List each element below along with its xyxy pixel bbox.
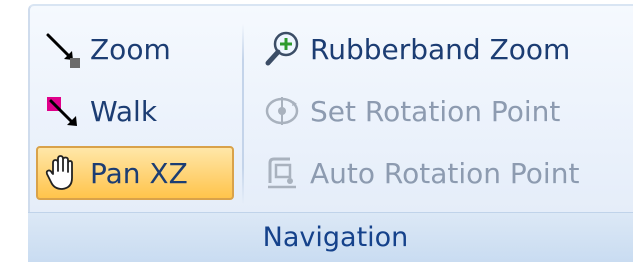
set-rotation-point-button-label: Set Rotation Point	[310, 94, 561, 128]
zoom-arrow-icon	[42, 29, 82, 69]
auto-rotation-point-button-label: Auto Rotation Point	[310, 156, 580, 190]
auto-rotation-icon	[262, 153, 302, 193]
zoom-button-label: Zoom	[90, 32, 171, 66]
auto-rotation-point-button[interactable]: Auto Rotation Point	[262, 146, 633, 200]
hand-icon	[42, 153, 82, 193]
rubberband-zoom-button[interactable]: Rubberband Zoom	[262, 22, 633, 76]
ribbon-separator	[242, 24, 244, 204]
group-label: Navigation	[262, 221, 409, 253]
zoom-button[interactable]: Zoom	[42, 22, 232, 76]
pan-xz-button-label: Pan XZ	[90, 156, 188, 190]
navigation-ribbon-screenshot: Navigation Zoom Walk Pan XZ Rubberband Z…	[0, 0, 633, 262]
walk-arrow-icon	[42, 91, 82, 131]
magnifier-plus-icon	[262, 29, 302, 69]
rotation-point-icon	[262, 91, 302, 131]
walk-button[interactable]: Walk	[42, 84, 232, 138]
left-gap	[0, 0, 28, 262]
pan-xz-button[interactable]: Pan XZ	[36, 146, 234, 200]
set-rotation-point-button[interactable]: Set Rotation Point	[262, 84, 633, 138]
rubberband-zoom-button-label: Rubberband Zoom	[310, 32, 571, 66]
walk-button-label: Walk	[90, 94, 158, 128]
